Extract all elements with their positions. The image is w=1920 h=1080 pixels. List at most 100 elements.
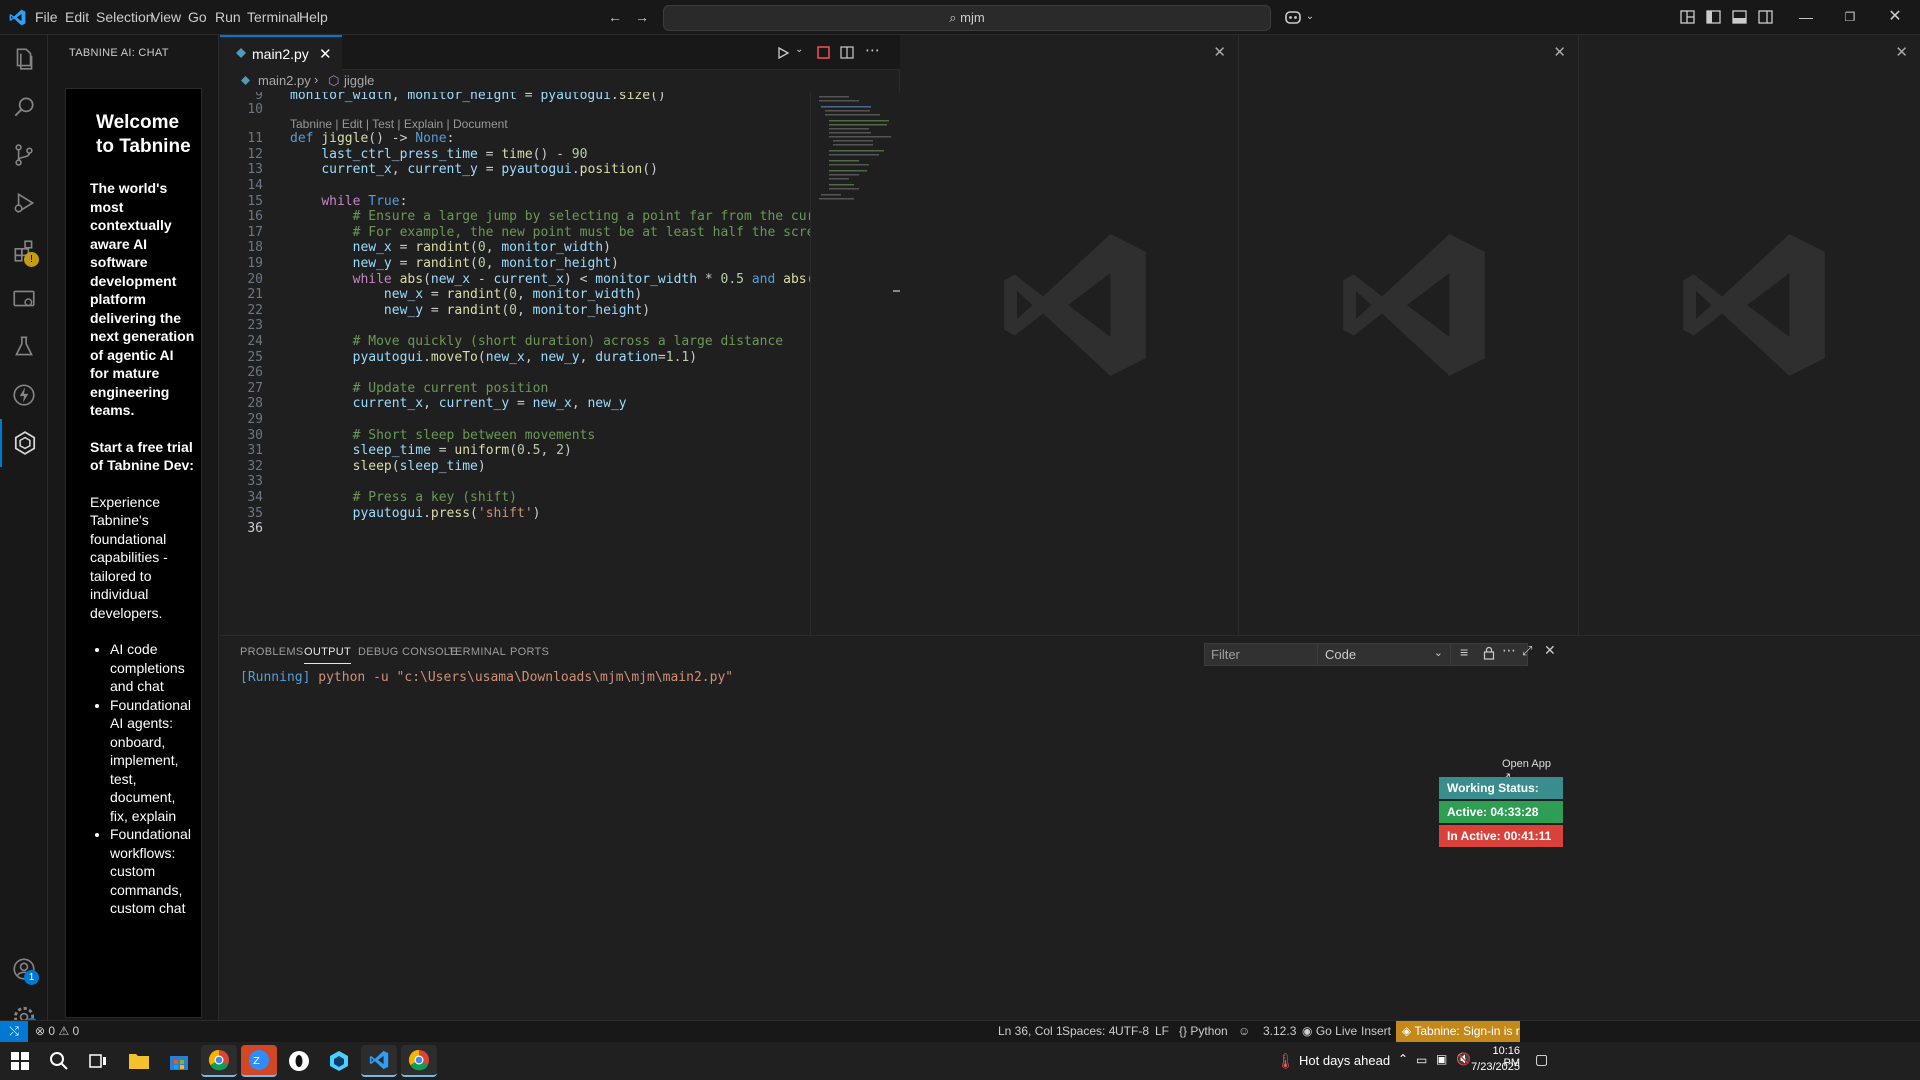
- output-channel-select[interactable]: Code ⌄: [1317, 643, 1451, 666]
- forward-arrow-icon[interactable]: →: [633, 8, 651, 26]
- encoding[interactable]: UTF-8: [1115, 1024, 1149, 1038]
- accounts-button[interactable]: 1: [0, 945, 48, 993]
- testing-button[interactable]: [0, 323, 48, 371]
- search-view-button[interactable]: [0, 83, 48, 131]
- vscode-taskbar-button[interactable]: [361, 1045, 397, 1077]
- network-icon[interactable]: ▣: [1436, 1052, 1447, 1066]
- zoom-app-button[interactable]: Z: [241, 1045, 277, 1077]
- run-dropdown-chevron-icon[interactable]: ⌄: [795, 44, 803, 55]
- more-actions-icon[interactable]: ⋯: [865, 41, 880, 59]
- stop-icon[interactable]: [817, 46, 830, 59]
- error-count: 0: [48, 1024, 56, 1038]
- indentation[interactable]: Spaces: 4: [1062, 1024, 1115, 1038]
- breadcrumb-symbol[interactable]: jiggle: [344, 73, 374, 88]
- problems-status[interactable]: ⊗ 0 ⚠ 0: [35, 1024, 79, 1038]
- toggle-secondary-sidebar-icon[interactable]: [1758, 10, 1773, 24]
- editor-group-3[interactable]: ✕: [1239, 35, 1579, 635]
- chevron-up-icon[interactable]: ⌃: [1398, 1052, 1408, 1066]
- maximize-panel-icon[interactable]: ⤢: [1522, 643, 1532, 659]
- close-group-icon[interactable]: ✕: [1895, 43, 1908, 61]
- open-app-link[interactable]: Open App ↗: [1502, 758, 1562, 783]
- tab-problems[interactable]: PROBLEMS: [240, 646, 304, 658]
- editor-tab-main2[interactable]: main2.py ✕: [220, 35, 342, 70]
- tab-terminal[interactable]: TERMINAL: [448, 646, 506, 658]
- close-group-icon[interactable]: ✕: [1213, 43, 1226, 61]
- go-live-view-button[interactable]: [0, 371, 48, 419]
- search-icon: ⌕: [949, 10, 957, 25]
- extensions-button[interactable]: !: [0, 227, 48, 275]
- cursor-position[interactable]: Ln 36, Col 1: [998, 1024, 1063, 1038]
- copilot-status-icon[interactable]: ☺: [1238, 1024, 1250, 1038]
- app-button[interactable]: [281, 1045, 317, 1077]
- file-explorer-button[interactable]: [121, 1045, 157, 1077]
- tabnine-status[interactable]: ◈ Tabnine: Sign-in is required: [1396, 1021, 1520, 1042]
- files-icon: [16, 48, 33, 70]
- run-file-icon[interactable]: [776, 46, 790, 60]
- toggle-primary-sidebar-icon[interactable]: [1706, 10, 1721, 24]
- windows-taskbar: Z 🌡 Hot days ahead ⌃ ▭ ▣ 🔇 10:16 PM 7/23…: [0, 1042, 1920, 1080]
- clock-date[interactable]: 7/23/2025: [1470, 1061, 1520, 1073]
- close-panel-icon[interactable]: ✕: [1544, 642, 1556, 659]
- code-editor[interactable]: 9 monitor_width, monitor_height = pyautog…: [220, 92, 810, 635]
- python-version[interactable]: 3.12.3: [1263, 1024, 1296, 1038]
- source-control-button[interactable]: [0, 131, 48, 179]
- go-live-button[interactable]: ◉ Go Live: [1302, 1024, 1357, 1038]
- chevron-down-icon[interactable]: ⌄: [1301, 8, 1319, 26]
- tab-ports[interactable]: PORTS: [510, 646, 549, 658]
- chrome-button[interactable]: [201, 1045, 237, 1077]
- battery-icon[interactable]: ▭: [1416, 1053, 1427, 1067]
- remote-indicator-icon[interactable]: ⤭: [0, 1021, 28, 1042]
- tabnine-codelens[interactable]: Tabnine | Edit | Test | Explain | Docume…: [290, 117, 508, 131]
- editor-group-2[interactable]: ✕: [900, 35, 1239, 635]
- clear-output-icon[interactable]: ≡: [1460, 644, 1468, 660]
- tabnine-button[interactable]: [0, 419, 48, 467]
- editor-group-4[interactable]: ✕: [1579, 35, 1920, 635]
- start-button[interactable]: [2, 1045, 38, 1077]
- minimize-icon[interactable]: —: [1797, 8, 1815, 26]
- menu-view[interactable]: View: [145, 0, 187, 35]
- menu-help[interactable]: Help: [293, 0, 334, 35]
- python-file-icon: [236, 48, 246, 58]
- feature-item: Foundational workflows: custom commands,…: [110, 825, 195, 918]
- volume-muted-icon[interactable]: 🔇: [1456, 1052, 1471, 1066]
- minimap[interactable]: [810, 92, 901, 635]
- notifications-icon[interactable]: ▢: [1535, 1051, 1548, 1068]
- close-window-icon[interactable]: ✕: [1886, 8, 1904, 26]
- back-arrow-icon[interactable]: ←: [606, 8, 624, 26]
- beaker-icon: [15, 336, 33, 356]
- language-mode[interactable]: {} Python: [1179, 1024, 1228, 1038]
- app-button-2[interactable]: [321, 1045, 357, 1077]
- customize-layout-icon[interactable]: [1680, 10, 1695, 24]
- store-button[interactable]: [161, 1045, 197, 1077]
- app-hex-icon: [330, 1051, 348, 1071]
- search-text: mjm: [960, 10, 985, 25]
- app-circle-icon: [289, 1051, 309, 1071]
- source-control-icon: [15, 144, 33, 166]
- breadcrumb-file[interactable]: main2.py: [258, 73, 311, 88]
- active-time-card: Active: 04:33:28: [1439, 801, 1563, 823]
- chrome-profile-button[interactable]: [401, 1045, 437, 1077]
- taskbar-search-button[interactable]: [41, 1045, 77, 1077]
- more-actions-icon[interactable]: ⋯: [1502, 642, 1516, 659]
- close-group-icon[interactable]: ✕: [1553, 43, 1566, 61]
- vscode-logo-icon: [9, 9, 26, 26]
- remote-explorer-icon: [13, 290, 35, 307]
- run-debug-button[interactable]: [0, 179, 48, 227]
- tab-output[interactable]: OUTPUT: [304, 646, 352, 664]
- command-center-search[interactable]: ⌕ mjm: [663, 5, 1271, 31]
- toggle-panel-icon[interactable]: [1732, 10, 1747, 24]
- task-view-button[interactable]: [80, 1045, 116, 1077]
- vscode-watermark-icon: [1683, 234, 1825, 376]
- remote-explorer-button[interactable]: [0, 275, 48, 323]
- weather-text[interactable]: Hot days ahead: [1299, 1053, 1390, 1068]
- split-editor-icon[interactable]: [840, 46, 854, 59]
- copilot-icon[interactable]: [1284, 9, 1302, 25]
- tab-debug-console[interactable]: DEBUG CONSOLE: [358, 646, 458, 658]
- close-tab-icon[interactable]: ✕: [319, 45, 332, 63]
- lock-icon[interactable]: [1483, 646, 1495, 660]
- end-of-line[interactable]: LF: [1155, 1024, 1169, 1038]
- explorer-button[interactable]: [0, 35, 48, 83]
- trial-text: Experience Tabnine's foundational capabi…: [90, 493, 168, 621]
- breadcrumb-separator-icon: ›: [314, 72, 319, 87]
- restore-icon[interactable]: ❐: [1841, 8, 1859, 26]
